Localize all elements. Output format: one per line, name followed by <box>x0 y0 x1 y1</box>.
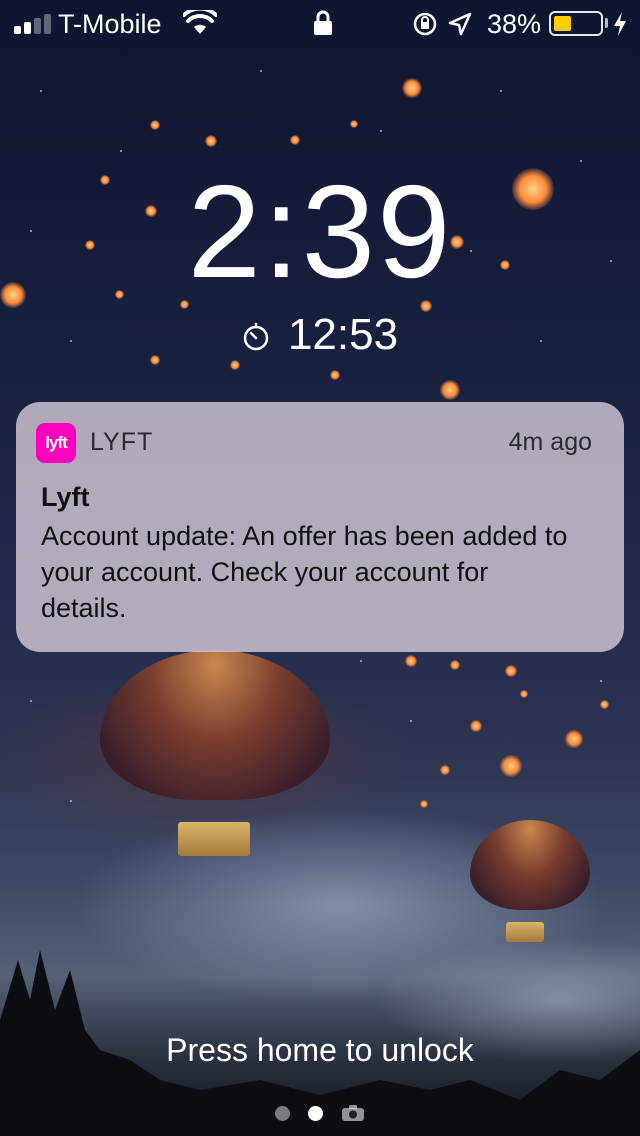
notification-body: Account update: An offer has been added … <box>41 521 568 623</box>
lock-icon <box>314 10 332 35</box>
unlock-hint: Press home to unlock <box>166 1032 474 1068</box>
notification-app-name: LYFT <box>90 428 154 456</box>
notification-time: 4m ago <box>508 428 592 456</box>
notification-title: Lyft <box>41 482 90 512</box>
battery-level-fill <box>554 16 571 31</box>
timer-value: 12:53 <box>287 310 399 359</box>
timer-row: 12:53 <box>0 310 640 360</box>
lyft-notification[interactable]: lyft LYFT 4m ago Lyft Account update: An… <box>16 402 624 652</box>
carrier-name: T-Mobile <box>58 9 162 39</box>
page-dot[interactable] <box>275 1105 290 1121</box>
camera-icon[interactable] <box>341 1104 365 1122</box>
battery-cap <box>605 18 608 28</box>
charging-bolt-icon <box>614 12 626 36</box>
wifi-icon <box>183 10 217 34</box>
lock-screen-time: 2:39 <box>187 158 453 305</box>
hot-air-balloon <box>100 650 330 800</box>
lock-screen: T-Mobile 38% 2:39 12:53 lyft LYFT 4m ago… <box>0 0 640 1136</box>
signal-icon <box>14 14 51 34</box>
rotation-lock-icon <box>413 12 437 36</box>
status-bar: T-Mobile 38% <box>0 0 640 48</box>
battery-icon <box>549 11 603 36</box>
page-indicator <box>0 1104 640 1122</box>
location-icon <box>448 12 472 36</box>
lyft-app-icon: lyft <box>36 423 76 463</box>
timer-icon <box>243 322 269 351</box>
battery-percentage: 38% <box>487 9 542 39</box>
balloon-basket <box>178 822 250 856</box>
page-dot-active[interactable] <box>308 1105 323 1121</box>
hot-air-balloon <box>470 820 590 910</box>
